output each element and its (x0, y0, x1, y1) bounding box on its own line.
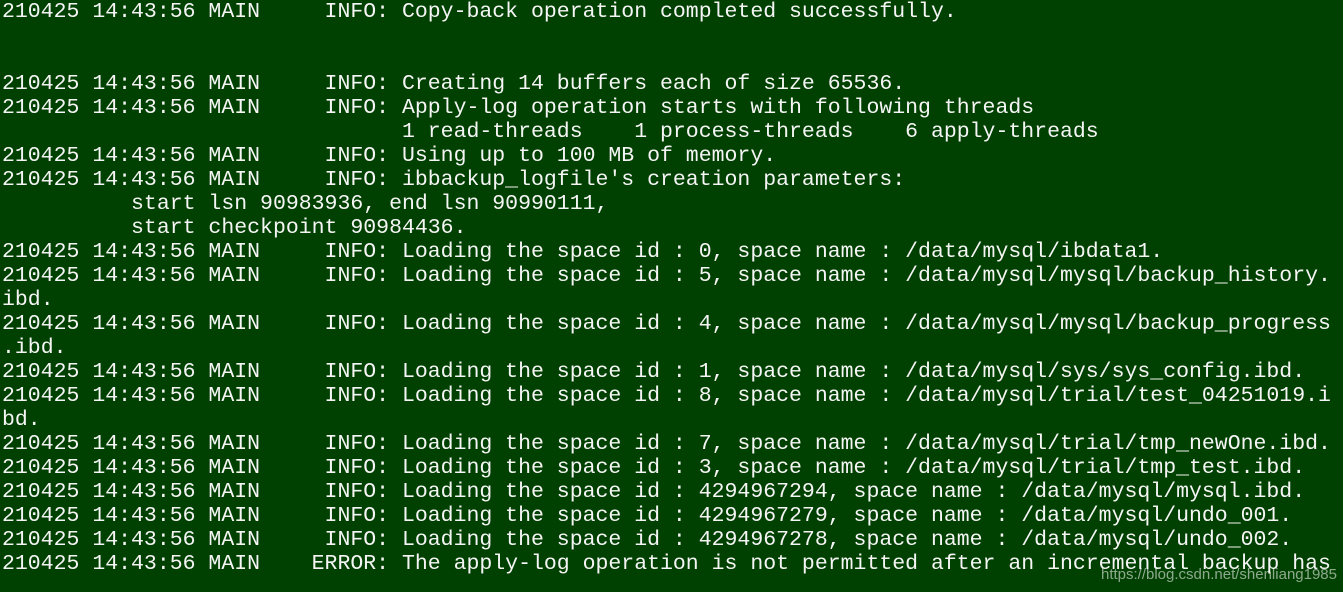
watermark: https://blog.csdn.net/shenliang1985 (1100, 566, 1337, 583)
log-line: 210425 14:43:56 MAIN INFO: Loading the s… (2, 528, 1293, 552)
log-line: 210425 14:43:56 MAIN INFO: Loading the s… (2, 504, 1293, 528)
log-line: 210425 14:43:56 MAIN INFO: Loading the s… (2, 480, 1306, 504)
log-line: 210425 14:43:56 MAIN INFO: Loading the s… (2, 312, 1331, 336)
log-line: 1 read-threads 1 process-threads 6 apply… (2, 120, 1099, 144)
log-line: .ibd. (2, 336, 67, 360)
log-line: bd. (2, 408, 41, 432)
log-line: 210425 14:43:56 MAIN INFO: ibbackup_logf… (2, 168, 906, 192)
log-line: 210425 14:43:56 MAIN INFO: Loading the s… (2, 432, 1331, 456)
log-line: start lsn 90983936, end lsn 90990111, (2, 192, 609, 216)
log-line: 210425 14:43:56 MAIN INFO: Creating 14 b… (2, 72, 906, 96)
log-line: 210425 14:43:56 MAIN INFO: Loading the s… (2, 264, 1331, 288)
log-line: 210425 14:43:56 MAIN INFO: Copy-back ope… (2, 0, 957, 24)
log-line: 210425 14:43:56 MAIN INFO: Using up to 1… (2, 144, 777, 168)
log-line: ibd. (2, 288, 54, 312)
log-line: 210425 14:43:56 MAIN INFO: Loading the s… (2, 240, 1164, 264)
log-line: 210425 14:43:56 MAIN INFO: Loading the s… (2, 456, 1306, 480)
log-line: 210425 14:43:56 MAIN INFO: Loading the s… (2, 384, 1331, 408)
terminal-window[interactable]: 210425 14:43:56 MAIN INFO: Copy-back ope… (0, 0, 1343, 592)
log-line: 210425 14:43:56 MAIN INFO: Loading the s… (2, 360, 1306, 384)
log-line: start checkpoint 90984436. (2, 216, 467, 240)
log-line: 210425 14:43:56 MAIN INFO: Apply-log ope… (2, 96, 1035, 120)
